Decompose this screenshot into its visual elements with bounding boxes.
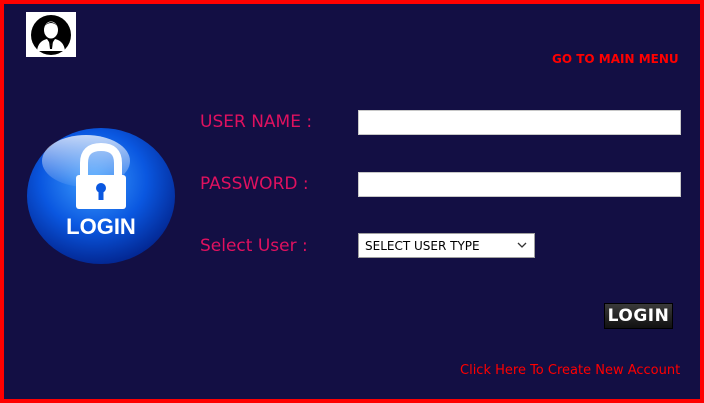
password-input[interactable] [358, 172, 681, 197]
login-badge-text: LOGIN [66, 214, 136, 239]
user-type-select[interactable]: SELECT USER TYPE [358, 233, 535, 258]
password-label: PASSWORD : [200, 174, 309, 194]
login-badge: LOGIN [26, 127, 176, 265]
user-type-label: Select User : [200, 236, 308, 256]
login-button[interactable]: LOGIN [604, 303, 673, 329]
username-label: USER NAME : [200, 112, 313, 132]
user-type-selected-value: SELECT USER TYPE [365, 238, 480, 253]
chevron-down-icon [517, 242, 527, 248]
go-to-main-menu-link[interactable]: GO TO MAIN MENU [552, 52, 679, 66]
create-account-link[interactable]: Click Here To Create New Account [460, 363, 680, 378]
user-avatar-icon [26, 12, 76, 57]
username-input[interactable] [358, 110, 681, 135]
login-window: GO TO MAIN MENU LOGIN USER NAME: PASSWO… [0, 0, 704, 403]
